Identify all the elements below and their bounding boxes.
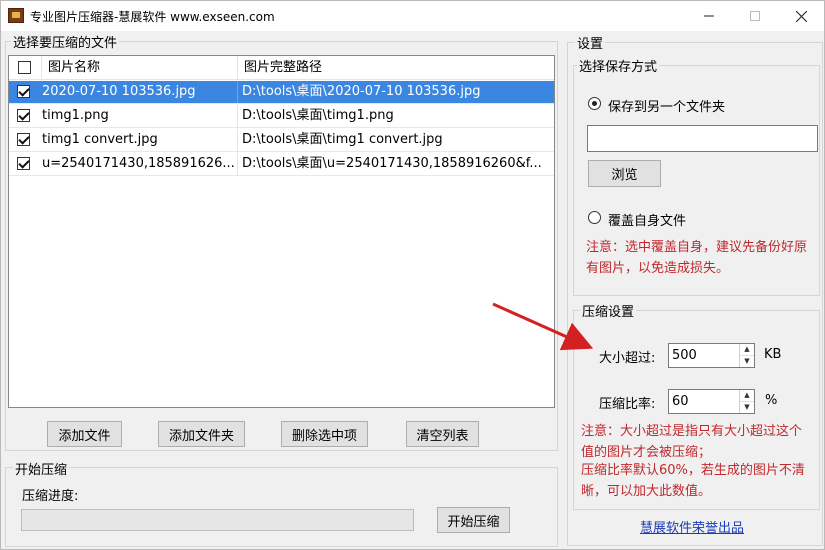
ratio-decrease-button[interactable]: ▼ bbox=[740, 402, 754, 414]
credit-link[interactable]: 慧展软件荣誉出品 bbox=[640, 517, 744, 536]
save-to-folder-radio[interactable] bbox=[588, 97, 601, 110]
row-file-name: 2020-07-10 103536.jpg bbox=[38, 81, 238, 103]
delete-selected-button[interactable]: 删除选中项 bbox=[281, 421, 368, 447]
size-threshold-label: 大小超过: bbox=[599, 351, 656, 366]
add-folder-button[interactable]: 添加文件夹 bbox=[158, 421, 245, 447]
compression-ratio-label: 压缩比率: bbox=[599, 397, 656, 412]
file-list-header: 图片名称 图片完整路径 bbox=[9, 56, 554, 80]
row-file-name: timg1.png bbox=[38, 105, 238, 127]
row-file-name: u=2540171430,185891626... bbox=[38, 153, 238, 175]
start-compress-button[interactable]: 开始压缩 bbox=[437, 507, 510, 533]
close-icon bbox=[795, 10, 807, 22]
compression-ratio-stepper[interactable]: 60 ▲ ▼ bbox=[668, 389, 755, 414]
save-mode-label: 选择保存方式 bbox=[577, 56, 660, 75]
size-increase-button[interactable]: ▲ bbox=[740, 344, 754, 356]
window-title: 专业图片压缩器-慧展软件 www.exseen.com bbox=[30, 10, 275, 24]
size-threshold-value: 500 bbox=[672, 348, 697, 363]
output-folder-input[interactable] bbox=[587, 125, 818, 152]
size-spin-buttons: ▲ ▼ bbox=[739, 344, 754, 367]
save-to-folder-label[interactable]: 保存到另一个文件夹 bbox=[608, 96, 725, 115]
table-row[interactable]: 2020-07-10 103536.jpg D:\tools\桌面\2020-0… bbox=[9, 81, 554, 104]
annotation-arrow-icon bbox=[492, 302, 594, 351]
table-row[interactable]: u=2540171430,185891626... D:\tools\桌面\u=… bbox=[9, 153, 554, 176]
minimize-button[interactable] bbox=[686, 1, 732, 31]
title-bar: 专业图片压缩器-慧展软件 www.exseen.com bbox=[1, 1, 824, 31]
row-file-path: D:\tools\桌面\timg1.png bbox=[242, 108, 394, 123]
table-row[interactable]: timg1.png D:\tools\桌面\timg1.png bbox=[9, 105, 554, 128]
size-threshold-stepper[interactable]: 500 ▲ ▼ bbox=[668, 343, 755, 368]
minimize-icon bbox=[704, 15, 714, 17]
chevron-down-icon: ▼ bbox=[744, 403, 750, 412]
ratio-unit: % bbox=[765, 393, 778, 408]
size-decrease-button[interactable]: ▼ bbox=[740, 356, 754, 368]
row-file-path: D:\tools\桌面\u=2540171430,1858916260&f... bbox=[242, 156, 542, 171]
close-button[interactable] bbox=[778, 1, 824, 31]
start-compress-label: 开始压缩 bbox=[13, 459, 70, 478]
compression-ratio-note: 压缩比率默认60%，若生成的图片不清晰，可以加大此数值。 bbox=[581, 463, 805, 499]
row-checkbox[interactable] bbox=[17, 133, 30, 146]
row-checkbox[interactable] bbox=[17, 157, 30, 170]
table-row[interactable]: timg1 convert.jpg D:\tools\桌面\timg1 conv… bbox=[9, 129, 554, 152]
chevron-up-icon: ▲ bbox=[744, 391, 750, 400]
row-file-name: timg1 convert.jpg bbox=[38, 129, 238, 151]
progress-label: 压缩进度: bbox=[22, 489, 79, 504]
row-file-path: D:\tools\桌面\timg1 convert.jpg bbox=[242, 132, 443, 147]
size-threshold-note: 注意：大小超过是指只有大小超过这个值的图片才会被压缩； bbox=[581, 424, 803, 460]
app-window: 专业图片压缩器-慧展软件 www.exseen.com 选择要压缩的文件 图片名… bbox=[0, 0, 825, 550]
settings-label: 设置 bbox=[575, 33, 606, 52]
maximize-icon bbox=[750, 11, 760, 21]
maximize-button[interactable] bbox=[732, 1, 778, 31]
compress-progress-bar bbox=[21, 509, 414, 531]
select-all-checkbox[interactable] bbox=[18, 61, 31, 74]
column-header-path[interactable]: 图片完整路径 bbox=[238, 56, 554, 80]
column-header-name[interactable]: 图片名称 bbox=[42, 56, 238, 80]
size-unit: KB bbox=[764, 347, 782, 362]
overwrite-radio[interactable] bbox=[588, 211, 601, 224]
app-logo-icon bbox=[8, 8, 24, 23]
compression-ratio-value: 60 bbox=[672, 394, 689, 409]
file-selection-label: 选择要压缩的文件 bbox=[11, 32, 120, 51]
row-checkbox[interactable] bbox=[17, 109, 30, 122]
row-checkbox[interactable] bbox=[17, 85, 30, 98]
chevron-down-icon: ▼ bbox=[744, 357, 750, 366]
ratio-spin-buttons: ▲ ▼ bbox=[739, 390, 754, 413]
header-checkbox-column[interactable] bbox=[9, 56, 42, 80]
chevron-up-icon: ▲ bbox=[744, 345, 750, 354]
browse-button[interactable]: 浏览 bbox=[588, 160, 661, 187]
clear-list-button[interactable]: 清空列表 bbox=[406, 421, 479, 447]
row-file-path: D:\tools\桌面\2020-07-10 103536.jpg bbox=[242, 84, 481, 99]
overwrite-label[interactable]: 覆盖自身文件 bbox=[608, 210, 686, 229]
save-warning-note: 注意：选中覆盖自身，建议先备份好原有图片，以免造成损失。 bbox=[586, 240, 808, 276]
add-file-button[interactable]: 添加文件 bbox=[47, 421, 122, 447]
file-list[interactable]: 图片名称 图片完整路径 2020-07-10 103536.jpg D:\too… bbox=[8, 55, 555, 408]
ratio-increase-button[interactable]: ▲ bbox=[740, 390, 754, 402]
